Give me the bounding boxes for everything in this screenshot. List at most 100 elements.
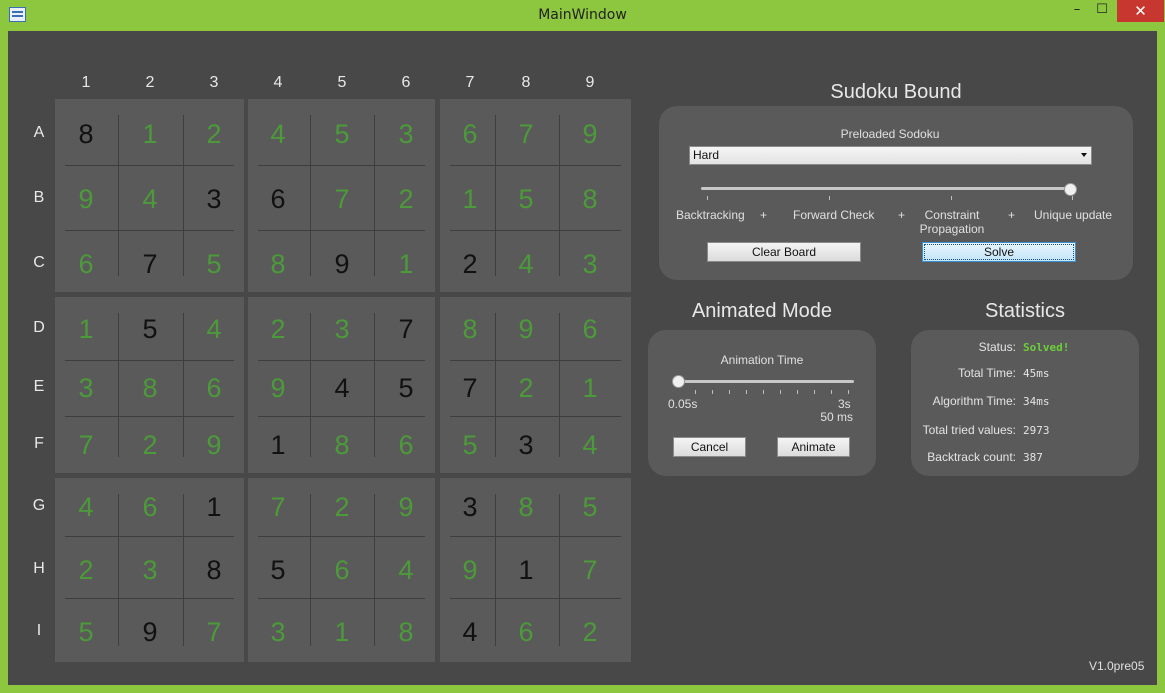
animation-slider-track[interactable] xyxy=(672,380,854,383)
cell-h9[interactable]: 7 xyxy=(562,546,618,594)
cell-g7[interactable]: 3 xyxy=(442,483,498,531)
algorithm-slider-track[interactable] xyxy=(701,187,1077,190)
cell-i3[interactable]: 7 xyxy=(186,608,242,656)
cell-e3[interactable]: 6 xyxy=(186,364,242,412)
cell-g2[interactable]: 6 xyxy=(122,483,178,531)
algorithm-tick-2 xyxy=(829,196,830,200)
cell-e5[interactable]: 4 xyxy=(314,364,370,412)
cancel-button[interactable]: Cancel xyxy=(673,437,746,457)
cell-b9[interactable]: 8 xyxy=(562,175,618,223)
cell-h8[interactable]: 1 xyxy=(498,546,554,594)
close-button[interactable]: ✕ xyxy=(1117,0,1164,22)
cell-d3[interactable]: 4 xyxy=(186,305,242,353)
cell-c9[interactable]: 3 xyxy=(562,240,618,288)
cell-d9[interactable]: 6 xyxy=(562,305,618,353)
cell-g3[interactable]: 1 xyxy=(186,483,242,531)
cell-e7[interactable]: 7 xyxy=(442,364,498,412)
cell-h5[interactable]: 6 xyxy=(314,546,370,594)
maximize-button[interactable]: ☐ xyxy=(1087,0,1117,22)
main-window: MainWindow – ☐ ✕ 123456789ABCDEFGHI81245… xyxy=(0,0,1165,693)
title-bar[interactable]: MainWindow – ☐ ✕ xyxy=(0,0,1165,31)
cell-f7[interactable]: 5 xyxy=(442,421,498,469)
cell-f9[interactable]: 4 xyxy=(562,421,618,469)
cell-b5[interactable]: 7 xyxy=(314,175,370,223)
cell-e6[interactable]: 5 xyxy=(378,364,434,412)
cell-d4[interactable]: 2 xyxy=(250,305,306,353)
cell-c7[interactable]: 2 xyxy=(442,240,498,288)
cell-i6[interactable]: 8 xyxy=(378,608,434,656)
cell-e9[interactable]: 1 xyxy=(562,364,618,412)
cell-h4[interactable]: 5 xyxy=(250,546,306,594)
cell-i5[interactable]: 1 xyxy=(314,608,370,656)
cell-b3[interactable]: 3 xyxy=(186,175,242,223)
cell-h6[interactable]: 4 xyxy=(378,546,434,594)
cell-e8[interactable]: 2 xyxy=(498,364,554,412)
cell-f2[interactable]: 2 xyxy=(122,421,178,469)
cell-b8[interactable]: 5 xyxy=(498,175,554,223)
cell-b4[interactable]: 6 xyxy=(250,175,306,223)
cell-i7[interactable]: 4 xyxy=(442,608,498,656)
solve-button[interactable]: Solve xyxy=(922,242,1076,262)
grid-line xyxy=(374,313,375,457)
cell-f5[interactable]: 8 xyxy=(314,421,370,469)
preloaded-sudoku-select[interactable]: Hard xyxy=(689,146,1092,165)
cell-c4[interactable]: 8 xyxy=(250,240,306,288)
cell-a1[interactable]: 8 xyxy=(58,110,114,158)
cell-i4[interactable]: 3 xyxy=(250,608,306,656)
cell-a6[interactable]: 3 xyxy=(378,110,434,158)
cell-c1[interactable]: 6 xyxy=(58,240,114,288)
algorithm-tick-3 xyxy=(951,196,952,200)
cell-a3[interactable]: 2 xyxy=(186,110,242,158)
cell-c6[interactable]: 1 xyxy=(378,240,434,288)
cell-a4[interactable]: 4 xyxy=(250,110,306,158)
clear-board-button[interactable]: Clear Board xyxy=(707,242,861,262)
cell-g1[interactable]: 4 xyxy=(58,483,114,531)
cell-h2[interactable]: 3 xyxy=(122,546,178,594)
cell-c3[interactable]: 5 xyxy=(186,240,242,288)
algorithm-slider-thumb[interactable] xyxy=(1064,183,1077,196)
cell-e4[interactable]: 9 xyxy=(250,364,306,412)
cell-g9[interactable]: 5 xyxy=(562,483,618,531)
cell-g5[interactable]: 2 xyxy=(314,483,370,531)
cell-f4[interactable]: 1 xyxy=(250,421,306,469)
cell-d7[interactable]: 8 xyxy=(442,305,498,353)
animation-slider-thumb[interactable] xyxy=(672,375,685,388)
cell-d6[interactable]: 7 xyxy=(378,305,434,353)
grid-line xyxy=(450,230,621,231)
cell-d2[interactable]: 5 xyxy=(122,305,178,353)
cell-c8[interactable]: 4 xyxy=(498,240,554,288)
cell-h7[interactable]: 9 xyxy=(442,546,498,594)
cell-i1[interactable]: 5 xyxy=(58,608,114,656)
cell-i2[interactable]: 9 xyxy=(122,608,178,656)
cell-b6[interactable]: 2 xyxy=(378,175,434,223)
cell-d1[interactable]: 1 xyxy=(58,305,114,353)
cell-g8[interactable]: 8 xyxy=(498,483,554,531)
animate-button[interactable]: Animate xyxy=(777,437,850,457)
cell-b1[interactable]: 9 xyxy=(58,175,114,223)
cell-f3[interactable]: 9 xyxy=(186,421,242,469)
cell-f6[interactable]: 6 xyxy=(378,421,434,469)
cell-c2[interactable]: 7 xyxy=(122,240,178,288)
cell-a7[interactable]: 6 xyxy=(442,110,498,158)
cell-a5[interactable]: 5 xyxy=(314,110,370,158)
cell-a8[interactable]: 7 xyxy=(498,110,554,158)
grid-line xyxy=(118,494,119,646)
cell-e2[interactable]: 8 xyxy=(122,364,178,412)
cell-e1[interactable]: 3 xyxy=(58,364,114,412)
cell-a2[interactable]: 1 xyxy=(122,110,178,158)
cell-f1[interactable]: 7 xyxy=(58,421,114,469)
cell-b2[interactable]: 4 xyxy=(122,175,178,223)
cell-d8[interactable]: 9 xyxy=(498,305,554,353)
cell-g6[interactable]: 9 xyxy=(378,483,434,531)
cell-f8[interactable]: 3 xyxy=(498,421,554,469)
cell-i8[interactable]: 6 xyxy=(498,608,554,656)
cell-b7[interactable]: 1 xyxy=(442,175,498,223)
cell-c5[interactable]: 9 xyxy=(314,240,370,288)
cell-h3[interactable]: 8 xyxy=(186,546,242,594)
cell-h1[interactable]: 2 xyxy=(58,546,114,594)
cell-d5[interactable]: 3 xyxy=(314,305,370,353)
cell-a9[interactable]: 9 xyxy=(562,110,618,158)
cell-g4[interactable]: 7 xyxy=(250,483,306,531)
grid-line xyxy=(310,115,311,276)
cell-i9[interactable]: 2 xyxy=(562,608,618,656)
